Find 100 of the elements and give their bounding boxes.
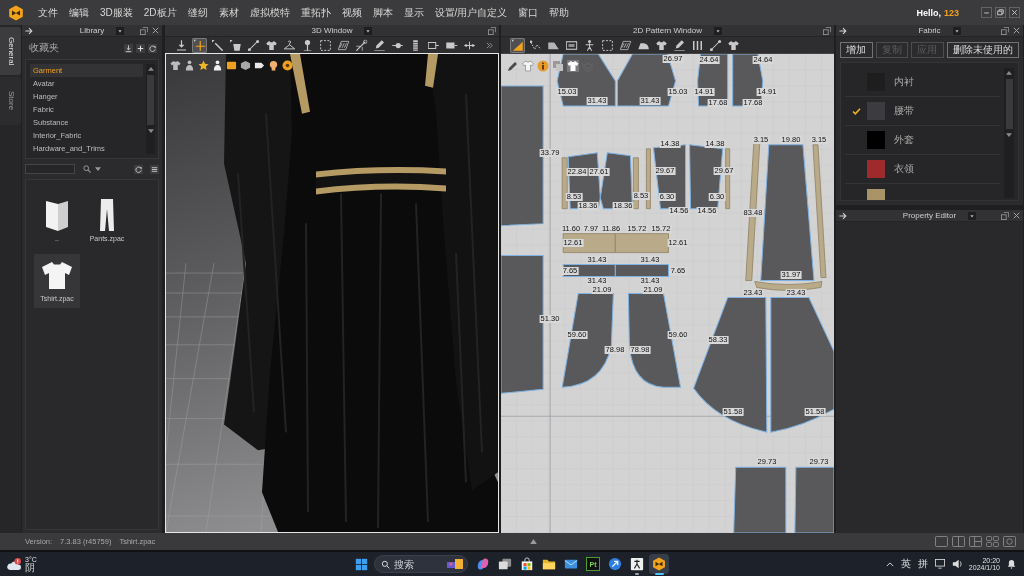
scroll-up-icon[interactable] (147, 66, 154, 71)
search-field[interactable]: 搜索 (374, 555, 468, 573)
menu-item[interactable]: 显示 (403, 5, 424, 20)
menu-item[interactable]: 设置/用户自定义 (434, 5, 508, 20)
fabric-list-item[interactable]: 内衬 (845, 68, 1000, 97)
side-tab[interactable]: Store (0, 77, 21, 125)
head-icon[interactable] (268, 60, 279, 71)
menu-item[interactable]: 2D板片 (143, 5, 177, 20)
menu-item[interactable]: 3D服装 (100, 5, 133, 20)
fabric-button[interactable]: 删除未使用的 (946, 42, 1019, 58)
dropdown-caret-icon[interactable] (968, 211, 977, 220)
hexagon-logo-icon[interactable] (649, 554, 669, 574)
float-window-icon[interactable] (488, 26, 496, 35)
arrow-down-icon[interactable] (174, 37, 189, 53)
pattern-piece[interactable] (562, 264, 616, 278)
cloud-alert-icon[interactable] (7, 557, 22, 571)
shirt-icon[interactable] (567, 60, 579, 72)
diagonal-line-icon[interactable] (246, 37, 261, 53)
restore-icon[interactable] (995, 7, 1006, 18)
scroll-down-icon[interactable] (1006, 133, 1012, 138)
close-icon[interactable] (1013, 27, 1020, 34)
pattern-piece[interactable] (733, 466, 787, 533)
float-window-icon[interactable] (140, 26, 148, 35)
pattern-piece[interactable] (614, 264, 669, 278)
needle-icon[interactable] (354, 37, 369, 53)
dropdown-caret-icon[interactable] (116, 26, 125, 35)
three-pane-icon[interactable] (969, 536, 982, 547)
diagonal-line-icon[interactable] (708, 37, 723, 53)
plus-icon[interactable] (136, 43, 145, 53)
dropdown-caret-icon[interactable] (952, 26, 961, 35)
box-icon[interactable] (226, 60, 237, 71)
arrow-right-icon[interactable] (25, 26, 33, 35)
single-pane-icon[interactable] (935, 536, 948, 547)
robe[interactable] (224, 54, 498, 532)
monitor-icon[interactable] (934, 559, 945, 569)
pattern-piece[interactable] (760, 144, 815, 282)
cup-icon[interactable] (228, 37, 243, 53)
float-window-icon[interactable] (1001, 211, 1009, 220)
four-squares-icon[interactable] (355, 557, 368, 571)
list-view-icon[interactable] (150, 164, 159, 174)
person-icon[interactable] (212, 60, 223, 71)
refresh-icon[interactable] (134, 164, 143, 174)
bell-icon[interactable] (1007, 559, 1016, 569)
pattern-piece[interactable] (693, 297, 768, 433)
fabric-list-item[interactable]: 腰带 (845, 97, 1000, 126)
squares-icon[interactable] (552, 60, 564, 72)
minimize-icon[interactable] (981, 7, 992, 18)
double-chevron-icon[interactable] (486, 41, 493, 49)
fabric-list-item[interactable]: 衣领 (845, 155, 1000, 184)
menu-item[interactable]: 素材 (218, 5, 239, 20)
move-cross-icon[interactable] (192, 37, 207, 53)
dashed-square-icon[interactable] (600, 37, 615, 53)
scrollbar[interactable] (1004, 68, 1014, 198)
up-triangle-icon[interactable] (530, 539, 537, 544)
four-pane-icon[interactable] (986, 536, 999, 547)
hexagon-icon[interactable] (240, 60, 251, 71)
menu-item[interactable]: 窗口 (518, 5, 539, 20)
scrollbar[interactable] (146, 64, 155, 154)
dashed-square-icon[interactable] (318, 37, 333, 53)
input-method-text[interactable]: 拼 (917, 557, 928, 571)
person-icon[interactable] (184, 60, 195, 71)
pane-with-circle-icon[interactable] (1003, 536, 1016, 547)
arrow-right-icon[interactable] (839, 211, 847, 220)
close-icon[interactable] (1013, 212, 1020, 219)
fabric-button[interactable]: 增加 (840, 42, 873, 58)
dropdown-caret-icon[interactable] (364, 26, 373, 35)
float-window-icon[interactable] (823, 26, 831, 35)
search-icon[interactable] (83, 165, 91, 173)
dropdown-caret-icon[interactable] (713, 26, 722, 35)
chevron-up-icon[interactable] (885, 561, 894, 567)
hanger-icon[interactable] (282, 37, 297, 53)
star-icon[interactable] (198, 60, 209, 71)
scroll-up-icon[interactable] (1006, 70, 1012, 75)
search-field[interactable] (25, 164, 75, 174)
menu-item[interactable]: 缝纫 (187, 5, 208, 20)
close-icon[interactable] (152, 27, 159, 34)
menu-item[interactable]: 帮助 (549, 5, 570, 20)
fabric-list-item[interactable]: 外套 (845, 126, 1000, 155)
menu-item[interactable]: 脚本 (372, 5, 393, 20)
download-icon[interactable] (124, 43, 133, 53)
hexagon-logo-icon[interactable] (8, 4, 24, 21)
menu-item[interactable]: 编辑 (69, 5, 89, 20)
refresh-icon[interactable] (148, 43, 157, 53)
input-mode-text[interactable]: 英 (900, 557, 911, 571)
speaker-icon[interactable] (951, 559, 962, 569)
tag-icon[interactable] (254, 60, 265, 71)
scroll-thumb[interactable] (147, 75, 154, 125)
scroll-down-icon[interactable] (147, 129, 154, 134)
pencil-icon[interactable] (507, 60, 519, 72)
side-tab[interactable]: General (0, 27, 21, 75)
ring-icon[interactable] (282, 60, 293, 71)
pen-icon[interactable] (210, 37, 225, 53)
menu-item[interactable]: 视频 (341, 5, 362, 20)
two-pane-icon[interactable] (952, 536, 965, 547)
dropdown-caret-icon[interactable] (95, 167, 101, 171)
pattern-piece[interactable] (770, 297, 834, 433)
float-window-icon[interactable] (1001, 26, 1009, 35)
arrow-right-icon[interactable] (839, 26, 847, 35)
pattern-piece[interactable] (794, 466, 834, 533)
menu-item[interactable]: 虚拟模特 (249, 5, 290, 20)
